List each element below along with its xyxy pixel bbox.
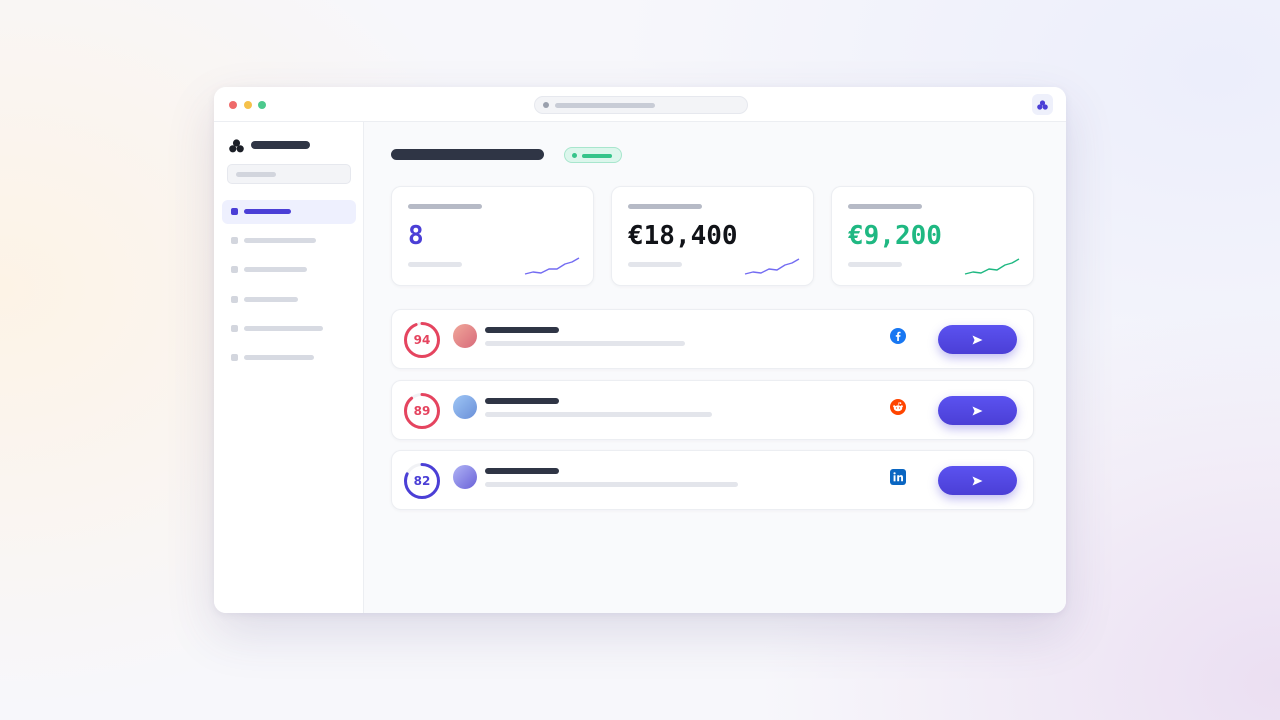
score-value: 94 (413, 333, 431, 347)
url-placeholder (555, 103, 655, 108)
sidebar-item-1[interactable] (222, 200, 356, 224)
nav-label (244, 297, 298, 302)
close-window-button[interactable] (229, 101, 237, 109)
app-window: 8 €18,400 €9,200 94 89 82 (214, 87, 1066, 613)
maximize-window-button[interactable] (258, 101, 266, 109)
trefoil-logo-icon (229, 138, 244, 157)
address-bar[interactable] (534, 96, 748, 114)
page-title (391, 149, 544, 160)
reddit-icon (890, 399, 906, 415)
facebook-icon (890, 328, 906, 344)
nav-icon (231, 266, 238, 273)
stat-card-2: €18,400 (611, 186, 814, 286)
window-titlebar (214, 87, 1066, 122)
nav-icon (231, 296, 238, 303)
sparkline-icon (524, 257, 580, 275)
stat-sublabel (408, 262, 462, 267)
nav-label (244, 326, 323, 331)
stat-label (628, 204, 702, 209)
nav-label (244, 238, 316, 243)
minimize-window-button[interactable] (244, 101, 252, 109)
nav-icon (231, 354, 238, 361)
nav-icon (231, 325, 238, 332)
sidebar (214, 122, 364, 613)
score-value: 89 (413, 404, 431, 418)
extension-logo-icon[interactable] (1032, 94, 1053, 115)
send-icon (972, 335, 983, 344)
stat-card-1: 8 (391, 186, 594, 286)
stat-sublabel (848, 262, 902, 267)
stat-value: €9,200 (848, 221, 942, 251)
sidebar-item-4[interactable] (222, 288, 356, 312)
lock-icon (543, 102, 549, 108)
score-ring: 94 (403, 321, 441, 359)
send-icon (972, 476, 983, 485)
send-button[interactable] (938, 466, 1017, 495)
send-button[interactable] (938, 396, 1017, 425)
lead-description (485, 412, 712, 417)
sidebar-item-5[interactable] (222, 317, 356, 341)
lead-name (485, 327, 559, 333)
avatar (453, 395, 477, 419)
lead-name (485, 398, 559, 404)
send-icon (972, 406, 983, 415)
nav-icon (231, 237, 238, 244)
stat-card-3: €9,200 (831, 186, 1034, 286)
main-content: 8 €18,400 €9,200 94 89 82 (364, 122, 1066, 613)
table-row[interactable]: 89 (391, 380, 1034, 440)
status-badge (564, 147, 622, 163)
sidebar-item-2[interactable] (222, 229, 356, 253)
sparkline-icon (744, 258, 800, 275)
nav-label (244, 209, 291, 214)
linkedin-icon (890, 469, 906, 485)
nav-label (244, 355, 314, 360)
score-value: 82 (413, 474, 431, 488)
sidebar-item-3[interactable] (222, 258, 356, 282)
score-ring: 82 (403, 462, 441, 500)
search-input[interactable] (227, 164, 351, 184)
search-placeholder (236, 172, 276, 177)
nav-icon (231, 208, 238, 215)
status-dot-icon (572, 153, 577, 158)
nav-label (244, 267, 307, 272)
lead-description (485, 482, 738, 487)
stat-label (848, 204, 922, 209)
stat-label (408, 204, 482, 209)
stat-sublabel (628, 262, 682, 267)
table-row[interactable]: 82 (391, 450, 1034, 510)
status-label (582, 154, 612, 158)
avatar (453, 324, 477, 348)
table-row[interactable]: 94 (391, 309, 1034, 369)
send-button[interactable] (938, 325, 1017, 354)
brand-name (251, 141, 310, 149)
stat-value: 8 (408, 221, 424, 251)
avatar (453, 465, 477, 489)
sparkline-icon (964, 258, 1020, 275)
lead-description (485, 341, 685, 346)
score-ring: 89 (403, 392, 441, 430)
lead-name (485, 468, 559, 474)
sidebar-item-6[interactable] (222, 346, 356, 370)
stat-value: €18,400 (628, 221, 738, 251)
